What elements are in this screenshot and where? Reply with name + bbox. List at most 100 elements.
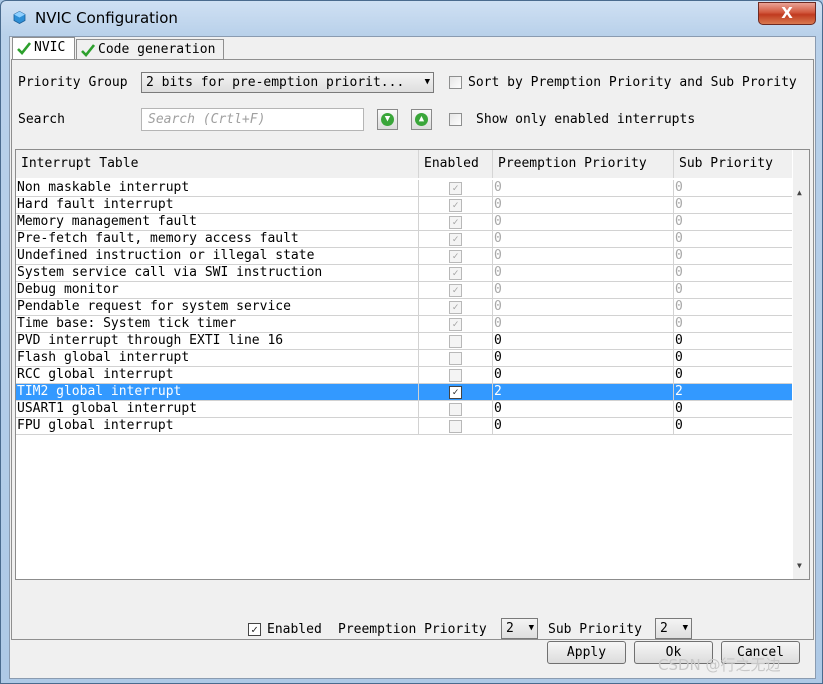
show-enabled-checkbox[interactable] [449, 113, 462, 126]
column-header-preemption[interactable]: Preemption Priority [493, 150, 674, 178]
watermark: CSDN @行之无边 [658, 656, 781, 674]
scroll-down-icon[interactable]: ▼ [797, 561, 802, 570]
detail-enabled-checkbox[interactable]: ✓ [248, 623, 261, 636]
app-cube-icon [13, 11, 26, 24]
table-row[interactable]: Hard fault interrupt ✓ 0 0 [16, 197, 792, 214]
detail-preemption-select[interactable]: 2 ▼ [501, 618, 538, 639]
window-title: NVIC Configuration [35, 9, 178, 27]
table-row[interactable]: Memory management fault ✓ 0 0 [16, 214, 792, 231]
interrupt-table[interactable]: Interrupt Table Enabled Preemption Prior… [15, 149, 810, 580]
detail-sub-select[interactable]: 2 ▼ [655, 618, 692, 639]
sub-priority-cell[interactable]: 0 [674, 350, 792, 366]
apply-button[interactable]: Apply [547, 641, 626, 664]
row-enabled-checkbox[interactable] [449, 369, 462, 382]
sub-priority-cell[interactable]: 0 [674, 367, 792, 383]
tab-nvic[interactable]: NVIC [12, 37, 75, 61]
sub-priority-cell[interactable]: 0 [674, 299, 792, 315]
enabled-cell: ✓ [419, 231, 493, 247]
sub-priority-cell[interactable]: 0 [674, 265, 792, 281]
column-header-enabled[interactable]: Enabled [419, 150, 493, 178]
arrow-down-icon: ▼ [381, 113, 394, 126]
enabled-cell: ✓ [419, 214, 493, 230]
sub-priority-cell[interactable]: 0 [674, 180, 792, 196]
row-enabled-checkbox[interactable] [449, 420, 462, 433]
search-label: Search [18, 112, 65, 127]
preemption-priority-cell[interactable]: 0 [493, 231, 674, 247]
title-bar[interactable]: NVIC Configuration X [1, 1, 822, 35]
row-enabled-checkbox: ✓ [449, 267, 462, 280]
preemption-priority-cell[interactable]: 0 [493, 367, 674, 383]
check-icon [17, 41, 31, 55]
table-row[interactable]: Debug monitor ✓ 0 0 [16, 282, 792, 299]
move-up-button[interactable]: ▲ [411, 109, 432, 130]
sub-priority-cell[interactable]: 0 [674, 316, 792, 332]
table-row[interactable]: USART1 global interrupt 0 0 [16, 401, 792, 418]
dropdown-arrow-icon: ▼ [424, 77, 430, 87]
interrupt-name: Pendable request for system service [16, 299, 419, 315]
vertical-scrollbar[interactable]: ▲ ▼ [793, 150, 809, 579]
enabled-cell: ✓ [419, 180, 493, 196]
sub-priority-cell[interactable]: 2 [674, 384, 792, 400]
sort-checkbox[interactable] [449, 76, 462, 89]
preemption-priority-cell[interactable]: 0 [493, 299, 674, 315]
close-button[interactable]: X [758, 2, 816, 25]
interrupt-name: Undefined instruction or illegal state [16, 248, 419, 264]
sub-priority-cell[interactable]: 0 [674, 333, 792, 349]
table-row[interactable]: Non maskable interrupt ✓ 0 0 [16, 180, 792, 197]
row-enabled-checkbox[interactable] [449, 335, 462, 348]
preemption-priority-cell[interactable]: 0 [493, 248, 674, 264]
row-enabled-checkbox: ✓ [449, 250, 462, 263]
row-enabled-checkbox[interactable]: ✓ [449, 386, 462, 399]
preemption-priority-cell[interactable]: 0 [493, 316, 674, 332]
column-header-sub[interactable]: Sub Priority [674, 150, 792, 178]
table-row[interactable]: RCC global interrupt 0 0 [16, 367, 792, 384]
sub-priority-cell[interactable]: 0 [674, 197, 792, 213]
preemption-priority-cell[interactable]: 0 [493, 265, 674, 281]
table-row[interactable]: TIM2 global interrupt ✓ 2 2 [16, 384, 792, 401]
search-input[interactable]: Search (Crtl+F) [141, 108, 364, 131]
sub-priority-cell[interactable]: 0 [674, 401, 792, 417]
table-row[interactable]: PVD interrupt through EXTI line 16 0 0 [16, 333, 792, 350]
sub-priority-cell[interactable]: 0 [674, 214, 792, 230]
preemption-priority-cell[interactable]: 0 [493, 282, 674, 298]
move-down-button[interactable]: ▼ [377, 109, 398, 130]
table-row[interactable]: FPU global interrupt 0 0 [16, 418, 792, 435]
preemption-priority-cell[interactable]: 0 [493, 350, 674, 366]
preemption-priority-cell[interactable]: 0 [493, 418, 674, 434]
dialog-window: NVIC Configuration X NVIC Code generatio… [0, 0, 823, 684]
interrupt-name: Time base: System tick timer [16, 316, 419, 332]
table-row[interactable]: Pendable request for system service ✓ 0 0 [16, 299, 792, 316]
sub-priority-cell[interactable]: 0 [674, 282, 792, 298]
preemption-priority-cell[interactable]: 0 [493, 197, 674, 213]
sub-priority-cell[interactable]: 0 [674, 248, 792, 264]
enabled-cell: ✓ [419, 299, 493, 315]
preemption-priority-cell[interactable]: 0 [493, 214, 674, 230]
check-icon [81, 43, 95, 57]
interrupt-name: Hard fault interrupt [16, 197, 419, 213]
column-header-interrupt[interactable]: Interrupt Table [16, 150, 419, 178]
preemption-priority-cell[interactable]: 0 [493, 401, 674, 417]
table-row[interactable]: System service call via SWI instruction ✓… [16, 265, 792, 282]
sub-priority-cell[interactable]: 0 [674, 418, 792, 434]
tab-code-generation[interactable]: Code generation [76, 39, 224, 61]
sub-priority-cell[interactable]: 0 [674, 231, 792, 247]
row-enabled-checkbox: ✓ [449, 233, 462, 246]
table-row[interactable]: Flash global interrupt 0 0 [16, 350, 792, 367]
table-row[interactable]: Pre-fetch fault, memory access fault ✓ 0 0 [16, 231, 792, 248]
priority-group-select[interactable]: 2 bits for pre-emption priorit... ▼ [141, 72, 434, 93]
detail-sub-value: 2 [660, 621, 668, 636]
row-enabled-checkbox: ✓ [449, 301, 462, 314]
enabled-cell: ✓ [419, 265, 493, 281]
row-enabled-checkbox: ✓ [449, 199, 462, 212]
interrupt-name: PVD interrupt through EXTI line 16 [16, 333, 419, 349]
row-enabled-checkbox[interactable] [449, 403, 462, 416]
table-row[interactable]: Time base: System tick timer ✓ 0 0 [16, 316, 792, 333]
scroll-up-icon[interactable]: ▲ [797, 188, 802, 197]
row-enabled-checkbox[interactable] [449, 352, 462, 365]
preemption-priority-cell[interactable]: 0 [493, 333, 674, 349]
enabled-cell: ✓ [419, 248, 493, 264]
enabled-cell: ✓ [419, 316, 493, 332]
table-row[interactable]: Undefined instruction or illegal state ✓ 0… [16, 248, 792, 265]
preemption-priority-cell[interactable]: 2 [493, 384, 674, 400]
preemption-priority-cell[interactable]: 0 [493, 180, 674, 196]
